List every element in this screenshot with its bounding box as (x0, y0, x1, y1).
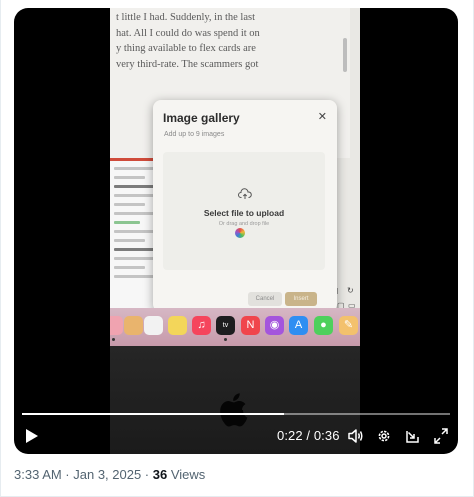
podcasts-icon: ◉ (265, 316, 284, 335)
tweet-timestamp[interactable]: 3:33 AM · Jan 3, 2025 · (14, 467, 153, 482)
volume-icon[interactable] (347, 426, 363, 446)
blur-line (114, 266, 146, 269)
dropzone-title: Select file to upload (203, 208, 285, 218)
document-line: y thing available to flex cards are (116, 43, 256, 54)
insert-button[interactable]: Insert (285, 292, 317, 306)
blur-line (114, 275, 158, 278)
blur-line (114, 167, 158, 170)
close-icon[interactable]: ✕ (318, 110, 327, 123)
modal-subtitle: Add up to 9 images (164, 131, 225, 138)
modal-title: Image gallery (163, 111, 240, 125)
fullscreen-icon[interactable] (433, 426, 449, 446)
dock-indicator (224, 338, 227, 341)
views-count: 36 (152, 467, 168, 482)
blur-line (114, 239, 146, 242)
photos-icon (110, 316, 123, 335)
notes-icon (124, 316, 143, 335)
image-gallery-modal: Image gallery Add up to 9 images ✕ Selec… (153, 100, 337, 312)
time-display: 0:22 / 0:36 (277, 428, 340, 443)
tweet-card: t little I had. Suddenly, in the last ha… (0, 0, 474, 497)
apple-logo-icon (220, 393, 248, 427)
dock-indicator (112, 338, 115, 341)
app-store-icon: A (289, 316, 308, 335)
video-player[interactable]: t little I had. Suddenly, in the last ha… (14, 8, 458, 454)
blur-line (114, 248, 158, 251)
reminders-icon (144, 316, 163, 335)
blur-line (114, 257, 158, 260)
macos-dock: ♫ tv N ◉ A ● ✎ (110, 308, 360, 346)
progress-fill (22, 413, 284, 415)
cancel-button[interactable]: Cancel (248, 292, 282, 306)
upload-dropzone[interactable]: Select file to upload Or drag and drop f… (163, 152, 325, 270)
tweet-metadata: 3:33 AM · Jan 3, 2025 · 36 Views (14, 467, 205, 482)
notes-yellow-icon (168, 316, 187, 335)
blur-line (114, 176, 146, 179)
color-wheel-icon (235, 228, 245, 238)
music-icon: ♫ (192, 316, 211, 335)
monitor-screen: t little I had. Suddenly, in the last ha… (110, 8, 360, 312)
document-scrollbar (343, 38, 347, 72)
blur-line (114, 185, 158, 188)
settings-gear-icon[interactable] (376, 426, 392, 446)
blur-line (114, 212, 158, 215)
progress-bar[interactable] (22, 413, 450, 415)
news-icon: N (241, 316, 260, 335)
apple-tv-icon: tv (216, 316, 235, 335)
blur-line (114, 221, 140, 224)
pages-icon: ✎ (339, 316, 358, 335)
document-line: very third-rate. The scammers got (116, 58, 259, 70)
views-label: Views (167, 467, 206, 482)
blur-line (114, 203, 146, 206)
blur-line (114, 194, 158, 197)
cloud-upload-icon (238, 188, 252, 199)
document-line: t little I had. Suddenly, in the last (116, 12, 256, 23)
messages-icon: ● (314, 316, 333, 335)
blur-line (114, 230, 158, 233)
dropzone-hint: Or drag and drop file (218, 221, 270, 227)
document-line: hat. All I could do was spend it on (116, 27, 260, 39)
picture-in-picture-icon[interactable] (405, 426, 421, 446)
video-frame[interactable]: t little I had. Suddenly, in the last ha… (110, 8, 360, 454)
play-icon[interactable] (24, 426, 40, 446)
redo-icon: ↻ (347, 286, 354, 295)
